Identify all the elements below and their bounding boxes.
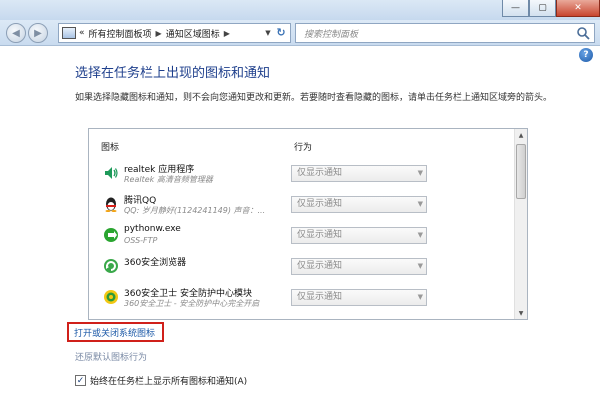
green-arrow-icon <box>104 228 118 242</box>
refresh-icon: ↻ <box>276 25 286 39</box>
search-placeholder: 搜索控制面板 <box>304 29 359 40</box>
behavior-select[interactable]: 仅显示通知 ▼ <box>291 196 427 213</box>
page-description: 如果选择隐藏图标和通知，则不会向您通知更改和更新。若要随时查看隐藏的图标，请单击… <box>75 93 553 103</box>
maximize-button[interactable]: ▢ <box>529 0 556 17</box>
list-item: 腾讯QQ QQ: 岁月静好(1124241149) 声音：... 仅显示通知 ▼ <box>99 192 509 220</box>
title-bar: — ▢ ✕ <box>0 0 600 20</box>
checkbox-label[interactable]: 始终在任务栏上显示所有图标和通知(A) <box>90 374 247 387</box>
item-description: QQ: 岁月静好(1124241149) 声音：... <box>124 206 266 215</box>
forward-arrow-icon: ▶ <box>34 27 42 39</box>
help-icon[interactable]: ? <box>579 48 593 62</box>
chevron-down-icon: ▼ <box>417 293 423 301</box>
toggle-system-icons-link[interactable]: 打开或关闭系统图标 <box>67 322 164 342</box>
search-input[interactable]: 搜索控制面板 <box>295 23 595 43</box>
minimize-button[interactable]: — <box>502 0 529 17</box>
scrollbar-thumb[interactable] <box>516 144 526 199</box>
always-show-all-icons-checkbox[interactable]: ✓ 始终在任务栏上显示所有图标和通知(A) <box>75 374 247 387</box>
qq-penguin-icon <box>105 197 117 212</box>
list-item: 360安全浏览器 仅显示通知 ▼ <box>99 254 509 282</box>
window-controls: — ▢ ✕ <box>502 0 600 17</box>
chevron-down-icon: ▼ <box>417 200 423 208</box>
list-item: 360安全卫士 安全防护中心模块 360安全卫士 - 安全防护中心完全开启 仅显… <box>99 285 509 313</box>
list-item: realtek 应用程序 Realtek 高清音频管理器 仅显示通知 ▼ <box>99 161 509 189</box>
checkbox-checked-icon[interactable]: ✓ <box>75 375 86 386</box>
address-bar[interactable]: « 所有控制面板项 ▶ 通知区域图标 ▶ ▼ <box>58 23 291 43</box>
control-panel-icon <box>62 27 76 39</box>
scroll-down-icon[interactable]: ▼ <box>515 307 527 319</box>
list-item: pythonw.exe OSS-FTP 仅显示通知 ▼ <box>99 223 509 251</box>
breadcrumb-notification-area-icons[interactable]: 通知区域图标 <box>166 27 220 40</box>
page-title: 选择在任务栏上出现的图标和通知 <box>75 66 271 81</box>
vertical-scrollbar[interactable]: ▲ ▼ <box>514 129 527 319</box>
breadcrumb-separator-icon[interactable]: ▶ <box>224 29 230 38</box>
refresh-button[interactable]: ↻ <box>272 24 290 40</box>
behavior-value: 仅显示通知 <box>297 199 343 209</box>
back-arrow-icon: ◀ <box>12 27 20 39</box>
behavior-value: 仅显示通知 <box>297 261 343 271</box>
behavior-select[interactable]: 仅显示通知 ▼ <box>291 165 427 182</box>
speaker-icon <box>105 167 118 179</box>
item-name: pythonw.exe <box>124 224 181 234</box>
360-guard-icon <box>104 290 118 304</box>
column-header-behavior: 行为 <box>294 143 313 153</box>
breadcrumb-prefix[interactable]: « <box>79 28 85 38</box>
behavior-value: 仅显示通知 <box>297 292 343 302</box>
restore-default-behavior-link[interactable]: 还原默认图标行为 <box>75 350 147 363</box>
item-description: Realtek 高清音频管理器 <box>124 175 213 184</box>
behavior-select[interactable]: 仅显示通知 ▼ <box>291 227 427 244</box>
behavior-select[interactable]: 仅显示通知 ▼ <box>291 258 427 275</box>
360-browser-icon <box>104 259 118 273</box>
chevron-down-icon: ▼ <box>417 169 423 177</box>
scroll-up-icon[interactable]: ▲ <box>515 129 527 141</box>
forward-button[interactable]: ▶ <box>28 23 48 43</box>
chevron-down-icon: ▼ <box>417 231 423 239</box>
close-button[interactable]: ✕ <box>556 0 600 17</box>
search-icon[interactable] <box>576 26 590 40</box>
notification-icons-list[interactable]: 图标 行为 realtek 应用程序 Realtek 高清音频管理器 仅显示通知… <box>88 128 528 320</box>
item-description: OSS-FTP <box>124 236 158 245</box>
behavior-select[interactable]: 仅显示通知 ▼ <box>291 289 427 306</box>
item-description: 360安全卫士 - 安全防护中心完全开启 <box>124 299 260 308</box>
column-header-icon: 图标 <box>101 143 120 153</box>
breadcrumb-separator-icon[interactable]: ▶ <box>156 29 162 38</box>
behavior-value: 仅显示通知 <box>297 168 343 178</box>
behavior-value: 仅显示通知 <box>297 230 343 240</box>
chevron-down-icon: ▼ <box>417 262 423 270</box>
item-name: 360安全浏览器 <box>124 258 187 268</box>
breadcrumb-all-control-panel-items[interactable]: 所有控制面板项 <box>89 27 152 40</box>
navigation-bar: ◀ ▶ « 所有控制面板项 ▶ 通知区域图标 ▶ ▼ ↻ 搜索控制面板 <box>0 20 600 46</box>
back-button[interactable]: ◀ <box>6 23 26 43</box>
